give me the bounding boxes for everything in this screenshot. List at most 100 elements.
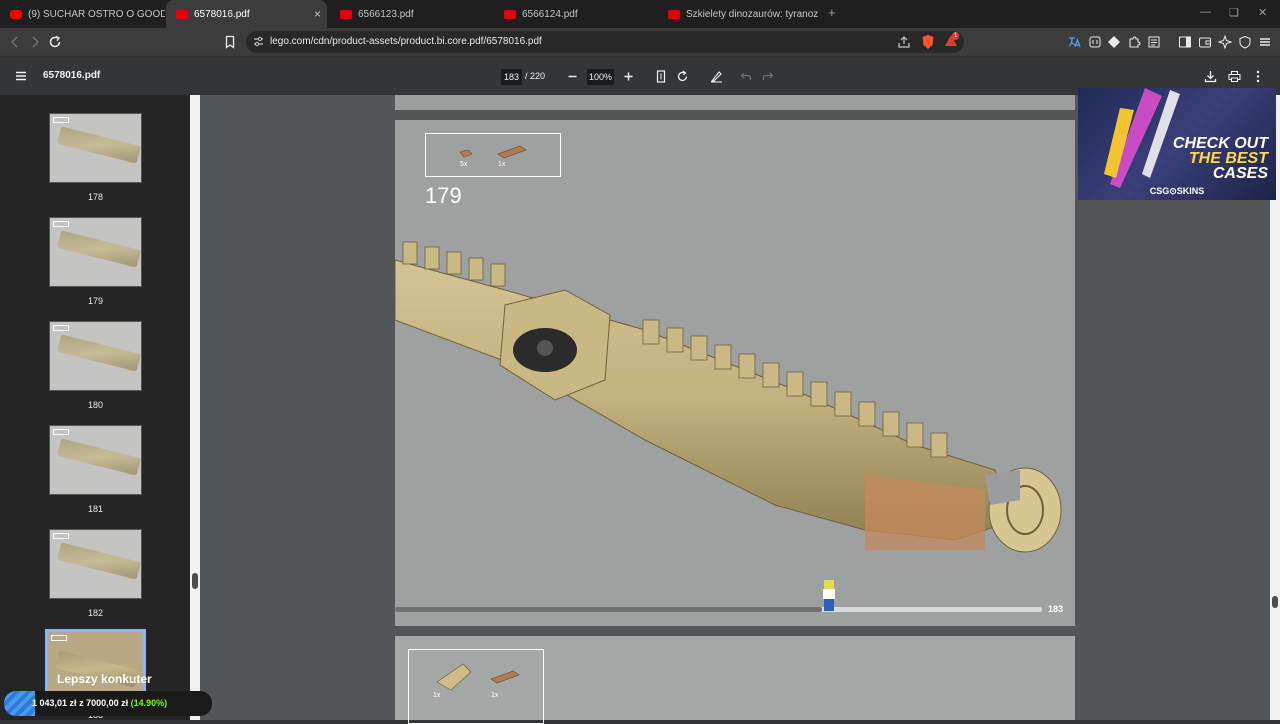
- tab-title: (9) SUCHAR OSTRO O GOODIES! OD: [28, 8, 165, 20]
- zoom-input[interactable]: 100%: [587, 69, 614, 85]
- reader-icon[interactable]: [1147, 35, 1161, 49]
- more-icon[interactable]: [1253, 70, 1263, 83]
- close-window-icon[interactable]: ✕: [1258, 6, 1267, 19]
- tab-title: 6566124.pdf: [522, 8, 578, 20]
- rotate-icon[interactable]: [676, 70, 689, 83]
- main-scroll-thumb[interactable]: [1272, 596, 1278, 608]
- zoom-in-icon[interactable]: [623, 71, 634, 82]
- tab-szkielety[interactable]: Szkielety dinozaurów: tyranozaur 76: [658, 0, 818, 28]
- lego-favicon-icon: [176, 9, 188, 19]
- extension-icon[interactable]: [1127, 35, 1141, 49]
- tab-strip: (9) SUCHAR OSTRO O GOODIES! OD 6578016.p…: [0, 0, 1280, 28]
- pdf-filename: 6578016.pdf: [43, 70, 101, 81]
- translate-icon[interactable]: [1067, 35, 1081, 49]
- new-tab-button[interactable]: +: [828, 5, 836, 20]
- ad-line-3: CASES: [1212, 165, 1268, 182]
- thumbnail-label: 180: [87, 400, 104, 410]
- plate-part-icon: [497, 145, 527, 159]
- wallet-icon[interactable]: [1198, 35, 1212, 49]
- donation-goal-bar: 1 043,01 zł z 7000,00 zł (14.90%): [4, 691, 212, 716]
- tab-title: 6578016.pdf: [194, 8, 250, 20]
- youtube-favicon-icon: [10, 9, 22, 19]
- sidebar-scrollbar[interactable]: [190, 95, 200, 720]
- redo-icon[interactable]: [762, 70, 774, 82]
- reload-icon[interactable]: [48, 35, 62, 49]
- tab-6566123[interactable]: 6566123.pdf: [330, 0, 490, 28]
- fit-page-icon[interactable]: [655, 70, 667, 83]
- extension-badge-icon[interactable]: [1088, 35, 1102, 49]
- step-number: 179: [425, 183, 462, 208]
- part-quantity: 1x: [491, 692, 499, 699]
- thumbnail-label: 178: [87, 192, 104, 202]
- share-icon[interactable]: [897, 35, 911, 49]
- download-icon[interactable]: [1204, 70, 1217, 83]
- maximize-icon[interactable]: ❏: [1229, 6, 1239, 19]
- thumbnail-page[interactable]: [49, 529, 142, 599]
- ad-line-2: THE BEST: [1188, 150, 1268, 167]
- thumbnail-label: 182: [87, 608, 104, 618]
- extension-diamond-icon[interactable]: [1107, 35, 1121, 49]
- donation-goal-title: Lepszy konkuter: [57, 672, 152, 686]
- sidebar-icon[interactable]: [1178, 35, 1192, 49]
- ad-line-1: CHECK OUT: [1172, 135, 1268, 152]
- part-quantity: 1x: [498, 161, 506, 168]
- lego-favicon-icon: [668, 9, 680, 19]
- dinosaur-spine-model: [395, 241, 1062, 553]
- brave-shield-icon[interactable]: [921, 34, 935, 50]
- minimize-icon[interactable]: —: [1200, 6, 1211, 18]
- plate-part-icon: [490, 670, 520, 684]
- donation-amount: 1 043,01 zł: [32, 698, 77, 708]
- vpn-icon[interactable]: [1238, 35, 1252, 49]
- tab-6566124[interactable]: 6566124.pdf: [494, 0, 654, 28]
- donation-goal-fill: [4, 691, 35, 716]
- url-text: lego.com/cdn/product-assets/product.bi.c…: [270, 36, 542, 47]
- thumbnail-page[interactable]: [49, 113, 142, 183]
- address-bar[interactable]: lego.com/cdn/product-assets/product.bi.c…: [246, 31, 964, 53]
- lego-favicon-icon: [340, 9, 352, 19]
- forward-icon[interactable]: [28, 35, 42, 49]
- undo-icon[interactable]: [740, 70, 752, 82]
- part-quantity: 5x: [460, 161, 468, 168]
- brick-part-icon: [459, 149, 473, 158]
- page-progress-fill: [395, 607, 823, 612]
- menu-icon[interactable]: [1258, 35, 1272, 49]
- thumbnail-label: 179: [87, 296, 104, 306]
- bookmark-icon[interactable]: [223, 35, 237, 49]
- close-tab-icon[interactable]: ×: [314, 7, 321, 21]
- annotate-icon[interactable]: [710, 70, 723, 83]
- parts-callout: 5x 1x: [425, 133, 561, 177]
- thumbnail-page[interactable]: [49, 217, 142, 287]
- page-progress-bar: [395, 607, 1042, 612]
- pdf-page-current: 5x 1x 179 183: [395, 120, 1075, 626]
- thumbnail-page[interactable]: [49, 425, 142, 495]
- donation-of: z: [79, 698, 84, 708]
- donation-percent: (14.90%): [130, 698, 168, 708]
- zoom-out-icon[interactable]: [567, 71, 578, 82]
- page-number-input[interactable]: 183: [501, 69, 522, 85]
- hamburger-icon[interactable]: [15, 70, 27, 82]
- thumbnail-page[interactable]: [49, 321, 142, 391]
- tab-title: Szkielety dinozaurów: tyranozaur 76: [686, 8, 818, 20]
- tab-6578016[interactable]: 6578016.pdf ×: [166, 0, 327, 28]
- tab-youtube[interactable]: (9) SUCHAR OSTRO O GOODIES! OD: [0, 0, 165, 28]
- page-total: / 220: [525, 71, 546, 81]
- thumbnail-label: 181: [87, 504, 104, 514]
- progress-page-number: 183: [1048, 604, 1064, 614]
- print-icon[interactable]: [1228, 70, 1241, 83]
- site-info-icon[interactable]: [252, 35, 265, 48]
- tab-title: 6566123.pdf: [358, 8, 414, 20]
- ad-brand: CSG⊙SKINS: [1149, 186, 1205, 196]
- pdf-page-previous: [395, 95, 1075, 110]
- minifigure-marker-icon: [823, 580, 835, 611]
- leo-icon[interactable]: [1218, 35, 1232, 49]
- donation-goal: 7000,00 zł: [86, 698, 129, 708]
- wedge-plate-part-icon: [436, 663, 472, 691]
- part-quantity: 1x: [433, 692, 441, 699]
- lego-favicon-icon: [504, 9, 516, 19]
- donation-goal-text: 1 043,01 zł z 7000,00 zł (14.90%): [32, 698, 167, 708]
- back-icon[interactable]: [8, 35, 22, 49]
- advertisement-banner[interactable]: CHECK OUT THE BEST CASES CSG⊙SKINS: [1078, 88, 1276, 200]
- pdf-page-next: 1x 1x: [395, 636, 1075, 724]
- parts-callout: 1x 1x: [408, 649, 544, 724]
- sidebar-scroll-thumb[interactable]: [192, 573, 198, 589]
